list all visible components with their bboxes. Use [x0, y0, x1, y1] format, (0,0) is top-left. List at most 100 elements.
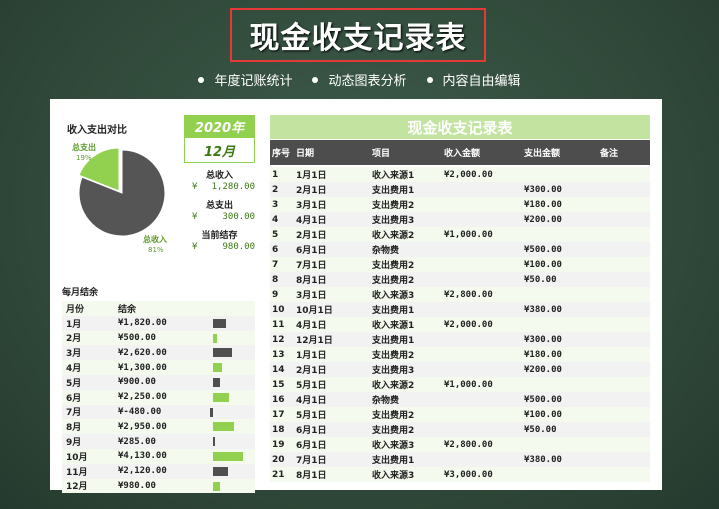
- col-income: 收入金额: [444, 149, 481, 159]
- balance-cell: ¥500.00: [118, 332, 156, 343]
- col-date: 日期: [296, 149, 315, 159]
- amount: 1,280.00: [211, 182, 255, 192]
- table-row[interactable]: 11 4月1日 收入来源1 ¥2,000.00: [270, 317, 650, 332]
- table-row[interactable]: 5 2月1日 收入来源2 ¥1,000.00: [270, 227, 650, 242]
- cell-index: 3: [272, 199, 279, 210]
- cell-date: 4月1日: [296, 396, 327, 406]
- monthly-row: 4月 ¥1,300.00: [62, 360, 255, 375]
- cell-index: 7: [272, 259, 279, 270]
- cell-index: 19: [272, 439, 285, 450]
- bullet-icon: [198, 76, 205, 83]
- monthly-balance-section: 每月结余 月份 结余 1月 ¥1,820.00 2月 ¥500.00 3月 ¥2,620.0…: [62, 285, 255, 494]
- table-row[interactable]: 10 10月1日 支出费用1 ¥380.00: [270, 302, 650, 317]
- monthly-header: 月份 结余: [62, 301, 255, 316]
- cell-index: 10: [272, 304, 285, 315]
- cell-item: 收入来源2: [372, 381, 415, 391]
- pie-label-expense: 总支出: [72, 142, 96, 152]
- cell-date: 6月1日: [296, 426, 327, 436]
- cell-index: 2: [272, 184, 279, 195]
- cell-date: 8月1日: [296, 276, 327, 286]
- monthly-row: 9月 ¥285.00: [62, 434, 255, 449]
- month-cell: 11月: [66, 467, 88, 478]
- cell-expense: ¥300.00: [524, 334, 562, 345]
- balance-cell: ¥4,130.00: [118, 451, 167, 462]
- month-cell: 8月: [66, 423, 82, 434]
- cell-index: 11: [272, 319, 285, 330]
- cell-expense: ¥500.00: [524, 394, 562, 405]
- table-row[interactable]: 19 6月1日 收入来源3 ¥2,800.00: [270, 437, 650, 452]
- table-row[interactable]: 17 5月1日 支出费用2 ¥100.00: [270, 407, 650, 422]
- page-title: 现金收支记录表: [249, 21, 467, 56]
- cell-expense: ¥200.00: [524, 214, 562, 225]
- month-cell: 6月: [66, 393, 82, 404]
- month-cell: 10月: [66, 452, 88, 463]
- cell-expense: ¥180.00: [524, 199, 562, 210]
- year-display[interactable]: 2020年: [184, 115, 255, 137]
- cell-income: ¥1,000.00: [444, 229, 493, 240]
- cell-index: 13: [272, 349, 285, 360]
- cell-date: 2月1日: [296, 186, 327, 196]
- cell-item: 支出费用1: [372, 336, 415, 346]
- balance-cell: ¥980.00: [118, 480, 156, 491]
- table-row[interactable]: 16 4月1日 杂物费 ¥500.00: [270, 392, 650, 407]
- cell-item: 收入来源1: [372, 321, 415, 331]
- cell-index: 17: [272, 409, 285, 420]
- cell-expense: ¥300.00: [524, 184, 562, 195]
- cell-date: 12月1日: [296, 336, 333, 346]
- databar: [213, 318, 227, 328]
- cell-index: 1: [272, 169, 279, 180]
- cell-date: 6月1日: [296, 441, 327, 451]
- table-row[interactable]: 6 6月1日 杂物费 ¥500.00: [270, 242, 650, 257]
- cell-item: 支出费用2: [372, 426, 415, 436]
- table-row[interactable]: 18 6月1日 支出费用2 ¥50.00: [270, 422, 650, 437]
- cell-index: 14: [272, 364, 285, 375]
- table-row[interactable]: 1 1月1日 收入来源1 ¥2,000.00: [270, 167, 650, 182]
- table-row[interactable]: 13 1月1日 支出费用2 ¥180.00: [270, 347, 650, 362]
- databar: [213, 333, 217, 343]
- col-index: 序号: [272, 149, 291, 159]
- table-row[interactable]: 14 2月1日 支出费用3 ¥200.00: [270, 362, 650, 377]
- cell-item: 收入来源3: [372, 441, 415, 451]
- cell-expense: ¥200.00: [524, 364, 562, 375]
- cell-item: 杂物费: [372, 396, 400, 406]
- table-row[interactable]: 20 7月1日 支出费用1 ¥380.00: [270, 452, 650, 467]
- cell-expense: ¥100.00: [524, 259, 562, 270]
- total-expense-label: 总支出: [205, 201, 233, 211]
- records-table: 现金收支记录表 序号 日期 项目 收入金额 支出金额 备注 1 1月1日 收入来源1…: [270, 115, 650, 482]
- table-row[interactable]: 12 12月1日 支出费用1 ¥300.00: [270, 332, 650, 347]
- cell-index: 9: [272, 289, 279, 300]
- currency-symbol: ¥: [192, 182, 198, 192]
- cell-item: 杂物费: [372, 246, 400, 256]
- monthly-row: 3月 ¥2,620.00: [62, 345, 255, 361]
- table-row[interactable]: 7 7月1日 支出费用2 ¥100.00: [270, 257, 650, 272]
- table-row[interactable]: 9 3月1日 收入来源3 ¥2,800.00: [270, 287, 650, 302]
- total-income-value: ¥1,280.00: [192, 182, 255, 192]
- month-selector[interactable]: 12月: [184, 137, 255, 163]
- cell-date: 7月1日: [296, 456, 327, 466]
- databar: [213, 377, 220, 387]
- month-cell: 1月: [66, 319, 82, 330]
- table-row[interactable]: 3 3月1日 支出费用2 ¥180.00: [270, 197, 650, 212]
- cell-income: ¥2,000.00: [444, 319, 493, 330]
- month-cell: 12月: [66, 482, 88, 493]
- cell-expense: ¥500.00: [524, 244, 562, 255]
- month-cell: 2月: [66, 334, 82, 345]
- pie-pct-expense: 19%: [76, 154, 92, 162]
- table-row[interactable]: 4 4月1日 支出费用3 ¥200.00: [270, 212, 650, 227]
- cell-expense: ¥380.00: [524, 454, 562, 465]
- table-row[interactable]: 21 8月1日 收入来源3 ¥3,000.00: [270, 467, 650, 482]
- table-row[interactable]: 2 2月1日 支出费用1 ¥300.00: [270, 182, 650, 197]
- cell-income: ¥2,800.00: [444, 289, 493, 300]
- table-row[interactable]: 8 8月1日 支出费用2 ¥50.00: [270, 272, 650, 287]
- databar: [213, 422, 235, 432]
- databar: [213, 392, 230, 402]
- pie-pct-income: 81%: [148, 246, 164, 254]
- amount: 980.00: [222, 242, 255, 252]
- cell-expense: ¥50.00: [524, 424, 557, 435]
- monthly-row: 10月 ¥4,130.00: [62, 448, 255, 464]
- balance-cell: ¥285.00: [118, 436, 156, 447]
- balance-cell: ¥900.00: [118, 377, 156, 388]
- table-row[interactable]: 15 5月1日 收入来源2 ¥1,000.00: [270, 377, 650, 392]
- col-note: 备注: [600, 149, 619, 159]
- cell-item: 支出费用1: [372, 306, 415, 316]
